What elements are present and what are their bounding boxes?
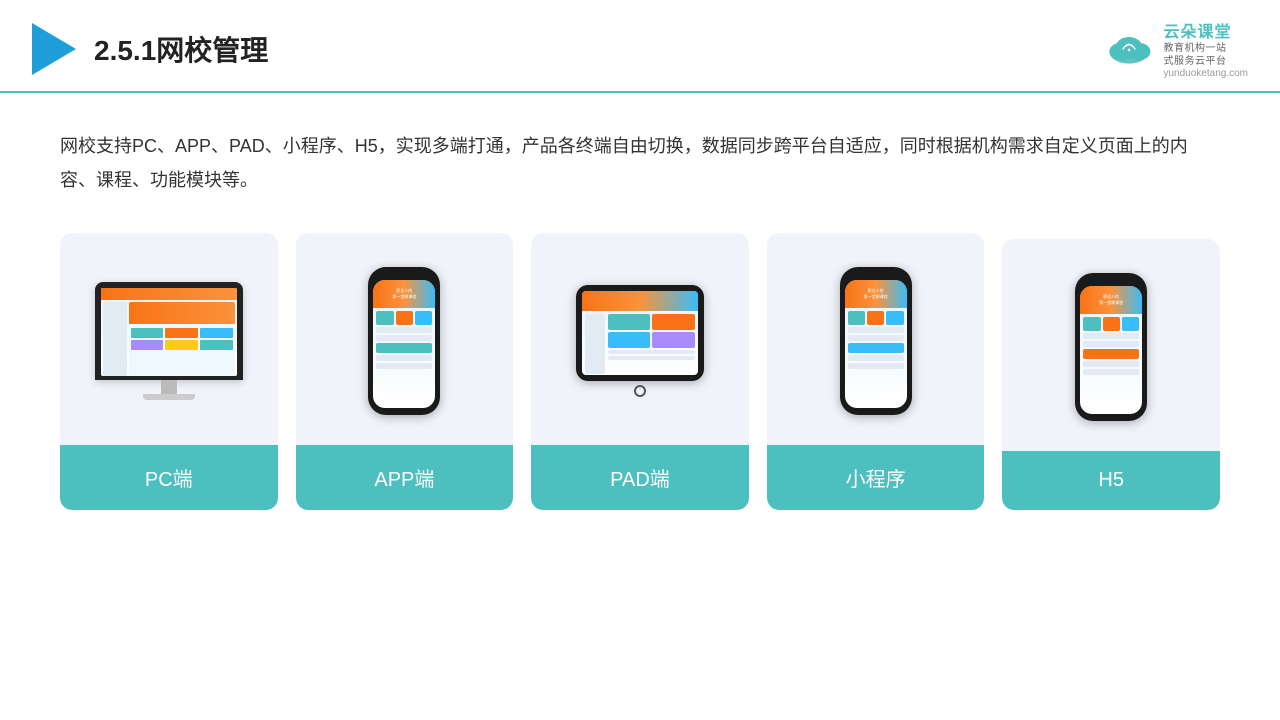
card-pc-label: PC端 bbox=[60, 445, 278, 510]
card-pc-image bbox=[60, 233, 278, 433]
brand-url: yunduoketang.com bbox=[1163, 68, 1248, 79]
card-app: 职达人的第一堂刷课程 bbox=[296, 233, 514, 510]
card-h5: 职达人的第一堂刷课程 bbox=[1002, 239, 1220, 510]
card-pc: PC端 bbox=[60, 233, 278, 510]
card-pad-label: PAD端 bbox=[531, 445, 749, 510]
brand-text: 云朵课堂 教育机构一站式服务云平台 yunduoketang.com bbox=[1163, 18, 1248, 79]
main-content: 网校支持PC、APP、PAD、小程序、H5，实现多端打通，产品各终端自由切换，数… bbox=[0, 93, 1280, 540]
header-right: 云朵课堂 教育机构一站式服务云平台 yunduoketang.com bbox=[1103, 18, 1248, 79]
card-miniapp: 职达人的第一堂刷课程 bbox=[767, 233, 985, 510]
tablet-mockup bbox=[576, 285, 704, 397]
brand-slogan: 教育机构一站式服务云平台 bbox=[1163, 42, 1226, 68]
platform-cards: PC端 职达人的第一堂刷课程 bbox=[60, 233, 1220, 510]
phone-mockup-miniapp: 职达人的第一堂刷课程 bbox=[840, 267, 912, 415]
logo-triangle-icon bbox=[32, 23, 76, 75]
brand-logo: 云朵课堂 教育机构一站式服务云平台 yunduoketang.com bbox=[1103, 18, 1248, 79]
card-miniapp-image: 职达人的第一堂刷课程 bbox=[767, 233, 985, 433]
monitor-mockup bbox=[95, 282, 243, 400]
card-app-label: APP端 bbox=[296, 445, 514, 510]
phone-mockup-app: 职达人的第一堂刷课程 bbox=[368, 267, 440, 415]
cloud-icon bbox=[1103, 31, 1155, 67]
header-left: 2.5.1网校管理 bbox=[32, 23, 268, 75]
card-app-image: 职达人的第一堂刷课程 bbox=[296, 233, 514, 433]
description-text: 网校支持PC、APP、PAD、小程序、H5，实现多端打通，产品各终端自由切换，数… bbox=[60, 129, 1220, 197]
page-title: 2.5.1网校管理 bbox=[94, 29, 268, 69]
card-pad: PAD端 bbox=[531, 233, 749, 510]
card-h5-image: 职达人的第一堂刷课程 bbox=[1002, 239, 1220, 439]
brand-name: 云朵课堂 bbox=[1163, 18, 1231, 42]
card-h5-label: H5 bbox=[1002, 451, 1220, 510]
card-miniapp-label: 小程序 bbox=[767, 445, 985, 510]
phone-mockup-h5: 职达人的第一堂刷课程 bbox=[1075, 273, 1147, 421]
card-pad-image bbox=[531, 233, 749, 433]
page-header: 2.5.1网校管理 云朵课堂 教育机构一站式服务云平台 yunduoketang… bbox=[0, 0, 1280, 93]
